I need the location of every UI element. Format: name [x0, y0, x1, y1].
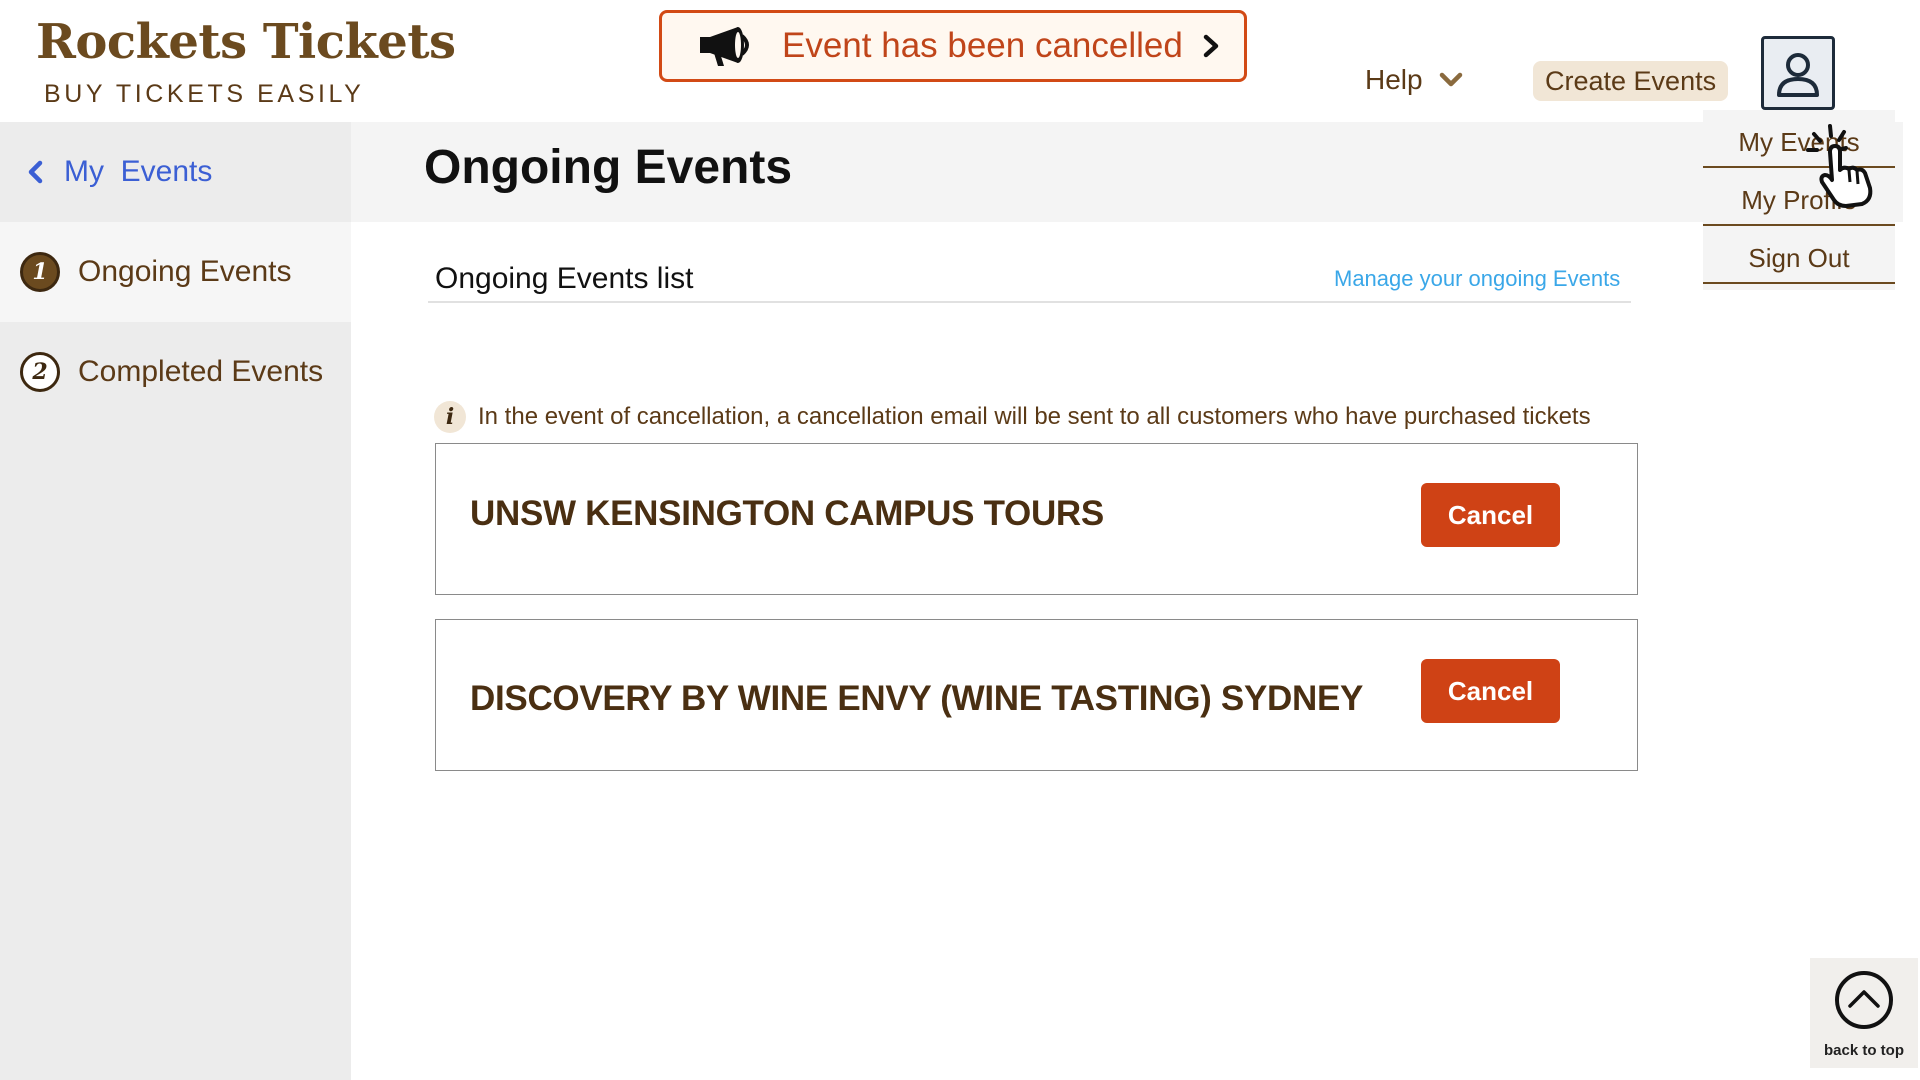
- chevron-right-icon: [1203, 34, 1219, 58]
- page-title: Ongoing Events: [424, 141, 793, 194]
- sidebar: My Events 1 Ongoing Events 2 Completed E…: [0, 122, 351, 1080]
- brand-tagline: BUY TICKETS EASILY: [44, 80, 365, 108]
- cancellation-alert-banner[interactable]: Event has been cancelled: [659, 10, 1247, 82]
- cancellation-info-note: i In the event of cancellation, a cancel…: [434, 401, 1591, 433]
- help-label: Help: [1365, 64, 1423, 95]
- sidebar-item-label: Ongoing Events: [78, 255, 292, 288]
- hand-pointer-icon: [1806, 124, 1873, 208]
- cancel-event-button[interactable]: Cancel: [1421, 659, 1560, 723]
- list-title: Ongoing Events list: [435, 262, 694, 295]
- create-events-button[interactable]: Create Events: [1533, 61, 1729, 101]
- user-icon: [1777, 53, 1819, 97]
- sidebar-item-label: Completed Events: [78, 355, 324, 388]
- dropdown-item-sign-out[interactable]: Sign Out: [1703, 226, 1895, 284]
- number-one-icon: 1: [20, 252, 60, 292]
- event-card: UNSW KENSINGTON CAMPUS TOURS Cancel: [435, 443, 1638, 595]
- divider: [428, 301, 1631, 303]
- chevron-left-icon: [28, 160, 43, 184]
- sidebar-back-my-events[interactable]: My Events: [0, 122, 351, 222]
- event-name: UNSW KENSINGTON CAMPUS TOURS: [470, 494, 1104, 533]
- cancel-event-button[interactable]: Cancel: [1421, 483, 1560, 547]
- user-avatar-button[interactable]: [1761, 36, 1835, 110]
- alert-message: Event has been cancelled: [782, 26, 1183, 65]
- event-card: DISCOVERY BY WINE ENVY (WINE TASTING) SY…: [435, 619, 1638, 771]
- sidebar-back-label: My Events: [64, 155, 213, 188]
- info-icon: i: [434, 401, 466, 433]
- back-to-top-button[interactable]: back to top: [1810, 958, 1918, 1068]
- info-note-text: In the event of cancellation, a cancella…: [478, 403, 1591, 430]
- manage-ongoing-events-link[interactable]: Manage your ongoing Events: [1334, 266, 1620, 292]
- help-menu[interactable]: Help: [1365, 64, 1463, 96]
- number-two-icon: 2: [20, 352, 60, 392]
- chevron-down-icon: [1439, 72, 1462, 87]
- megaphone-icon: [700, 27, 749, 66]
- event-name: DISCOVERY BY WINE ENVY (WINE TASTING) SY…: [470, 679, 1364, 718]
- back-to-top-label: back to top: [1823, 1042, 1904, 1059]
- sidebar-item-ongoing-events[interactable]: 1 Ongoing Events: [0, 222, 351, 322]
- brand-title[interactable]: Rockets Tickets: [36, 14, 456, 70]
- arrow-up-circle-icon: [1835, 971, 1893, 1029]
- sidebar-item-completed-events[interactable]: 2 Completed Events: [0, 322, 351, 422]
